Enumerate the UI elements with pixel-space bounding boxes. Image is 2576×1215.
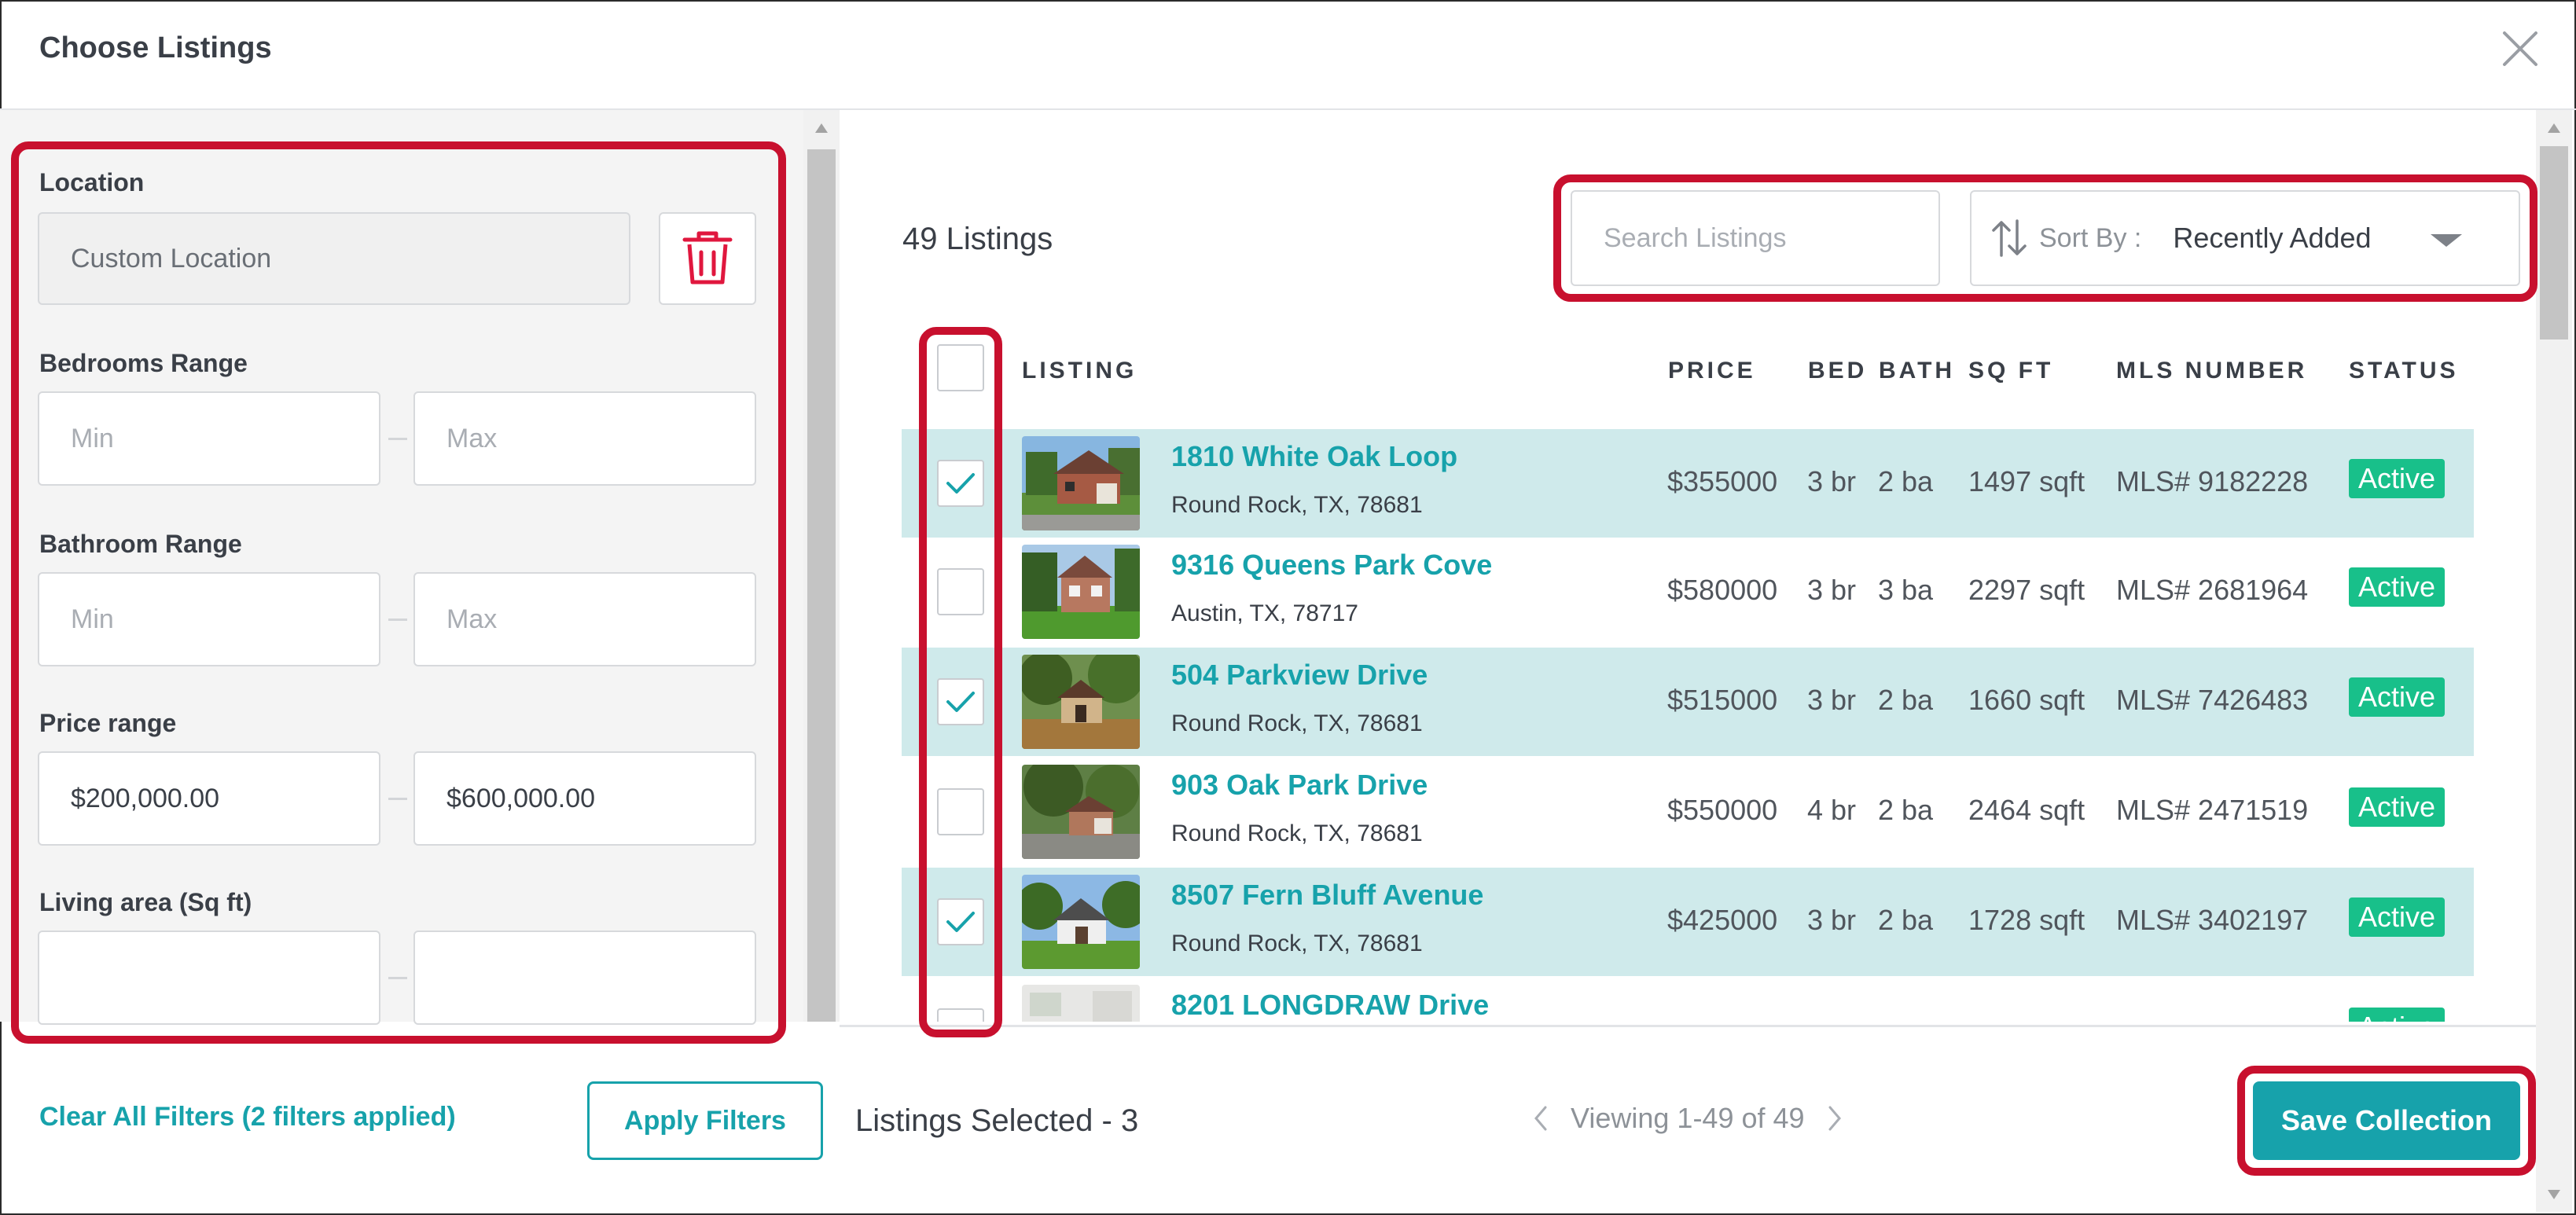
table-row[interactable]: 8507 Fern Bluff Avenue Round Rock, TX, 7… <box>902 868 2474 976</box>
close-icon[interactable] <box>2498 27 2542 71</box>
status-badge: Active <box>2349 787 2446 827</box>
apply-filters-button[interactable]: Apply Filters <box>587 1081 823 1160</box>
listing-photo[interactable] <box>1022 545 1140 639</box>
column-header-price: PRICE <box>1668 358 1756 384</box>
listing-mls: MLS# 9182228 <box>2116 465 2309 497</box>
column-header-bath: BATH <box>1879 358 1956 384</box>
scroll-up-icon[interactable] <box>2548 123 2560 133</box>
listing-bed: 3 br <box>1807 574 1857 606</box>
highlight-checkboxes <box>919 327 1002 1037</box>
listing-address-link[interactable]: 1810 White Oak Loop <box>1171 440 1457 473</box>
listing-bath: 2 ba <box>1878 465 1934 497</box>
listing-bed: 3 br <box>1807 465 1857 497</box>
listing-photo[interactable] <box>1022 765 1140 859</box>
listing-mls: MLS# 2681964 <box>2116 574 2309 606</box>
table-row[interactable]: 504 Parkview Drive Round Rock, TX, 78681… <box>902 648 2474 756</box>
footer-divider <box>840 1025 2536 1027</box>
listing-sqft: 1497 sqft <box>1968 465 2085 497</box>
listing-bath: 3 ba <box>1878 574 1934 606</box>
table-row[interactable]: 9316 Queens Park Cove Austin, TX, 78717 … <box>902 538 2474 646</box>
highlight-search-sort <box>1553 174 2537 302</box>
listing-sqft: 1660 sqft <box>1968 684 2085 716</box>
column-header-mls: MLS NUMBER <box>2116 358 2308 384</box>
column-header-status: STATUS <box>2349 358 2459 384</box>
status-badge: Active <box>2349 567 2446 607</box>
listing-bed: 3 br <box>1807 684 1857 716</box>
chevron-right-icon[interactable] <box>1827 1104 1843 1132</box>
listings-count: 49 Listings <box>902 222 1053 256</box>
listing-bed: 3 br <box>1807 904 1857 936</box>
listings-table: 1810 White Oak Loop Round Rock, TX, 7868… <box>902 424 2545 1022</box>
status-badge: Active <box>2349 459 2446 498</box>
scroll-up-icon[interactable] <box>815 123 828 133</box>
listings-scrollbar-thumb[interactable] <box>2540 146 2568 340</box>
listing-address-link[interactable]: 504 Parkview Drive <box>1171 659 1428 692</box>
listing-price: $550000 <box>1667 794 1778 826</box>
highlight-filters <box>11 141 786 1044</box>
viewing-range: Viewing 1-49 of 49 <box>1571 1102 1805 1134</box>
table-row[interactable]: 8201 LONGDRAW Drive Active <box>902 978 2474 1022</box>
listing-address-link[interactable]: 9316 Queens Park Cove <box>1171 549 1492 582</box>
selected-count: Listings Selected - 3 <box>855 1103 1139 1138</box>
listing-city: Round Rock, TX, 78681 <box>1171 931 1423 956</box>
listing-mls: MLS# 7426483 <box>2116 684 2309 716</box>
listing-photo[interactable] <box>1022 655 1140 749</box>
listing-bath: 2 ba <box>1878 684 1934 716</box>
listing-bath: 2 ba <box>1878 904 1934 936</box>
status-badge: Active <box>2349 677 2446 717</box>
listing-price: $425000 <box>1667 904 1778 936</box>
clear-filters-link[interactable]: Clear All Filters (2 filters applied) <box>39 1102 456 1132</box>
status-badge: Active <box>2349 897 2446 937</box>
listing-price: $580000 <box>1667 574 1778 606</box>
scroll-down-icon[interactable] <box>2548 1190 2560 1199</box>
pagination: Viewing 1-49 of 49 <box>1533 1102 1843 1135</box>
listing-sqft: 2297 sqft <box>1968 574 2085 606</box>
listing-photo[interactable] <box>1022 985 1140 1022</box>
listing-city: Round Rock, TX, 78681 <box>1171 492 1423 518</box>
listing-sqft: 2464 sqft <box>1968 794 2085 826</box>
listing-city: Round Rock, TX, 78681 <box>1171 710 1423 736</box>
listing-mls: MLS# 3402197 <box>2116 904 2309 936</box>
column-header-sqft: SQ FT <box>1968 358 2054 384</box>
listing-price: $515000 <box>1667 684 1778 716</box>
table-row[interactable]: 903 Oak Park Drive Round Rock, TX, 78681… <box>902 758 2474 866</box>
listing-photo[interactable] <box>1022 875 1140 969</box>
chevron-left-icon[interactable] <box>1533 1104 1549 1132</box>
highlight-save <box>2237 1066 2536 1176</box>
listing-price: $355000 <box>1667 465 1778 497</box>
listing-bath: 2 ba <box>1878 794 1934 826</box>
listing-address-link[interactable]: 8201 LONGDRAW Drive <box>1171 989 1489 1022</box>
listing-address-link[interactable]: 8507 Fern Bluff Avenue <box>1171 879 1483 912</box>
listing-mls: MLS# 2471519 <box>2116 794 2309 826</box>
table-row[interactable]: 1810 White Oak Loop Round Rock, TX, 7868… <box>902 429 2474 538</box>
listing-photo[interactable] <box>1022 436 1140 530</box>
filter-scrollbar-thumb[interactable] <box>807 149 836 1022</box>
listing-city: Round Rock, TX, 78681 <box>1171 820 1423 846</box>
listing-bed: 4 br <box>1807 794 1857 826</box>
dialog-title: Choose Listings <box>39 31 272 64</box>
listing-address-link[interactable]: 903 Oak Park Drive <box>1171 769 1428 802</box>
status-badge: Active <box>2349 1008 2446 1022</box>
column-header-listing: LISTING <box>1022 358 1137 384</box>
listing-sqft: 1728 sqft <box>1968 904 2085 936</box>
column-header-bed: BED <box>1808 358 1868 384</box>
listing-city: Austin, TX, 78717 <box>1171 600 1358 626</box>
